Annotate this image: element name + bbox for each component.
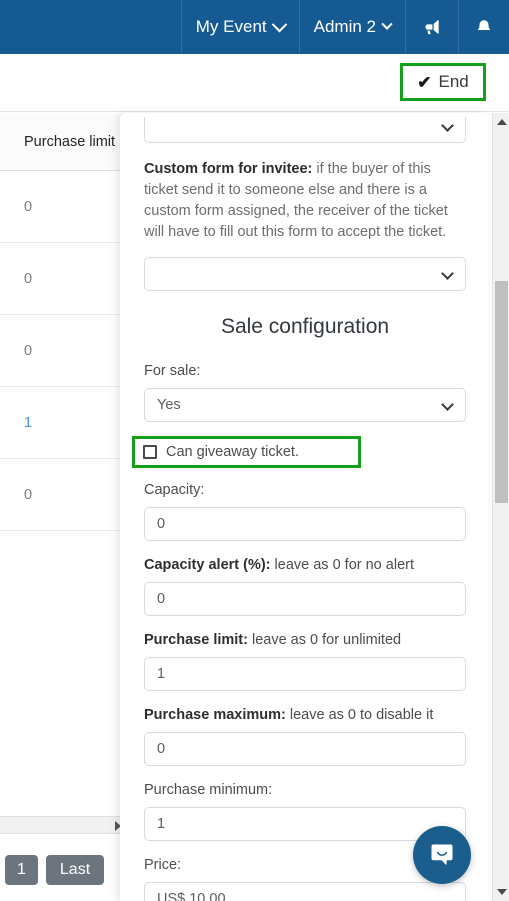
top-navbar: My Event Admin 2 — [0, 0, 509, 54]
purchase-maximum-label: Purchase maximum: leave as 0 to disable … — [144, 705, 466, 726]
end-button[interactable]: ✔ End — [400, 63, 486, 101]
table-row: 0 — [0, 171, 135, 243]
capacity-alert-label: Capacity alert (%): leave as 0 for no al… — [144, 555, 466, 576]
capacity-alert-label-bold: Capacity alert (%): — [144, 557, 271, 574]
nav-notifications-button[interactable] — [458, 0, 509, 54]
custom-form-helper-text: Custom form for invitee: if the buyer of… — [144, 159, 466, 243]
table-header-purchase-limit: Purchase limit — [0, 113, 135, 171]
purchase-limit-label-rest: leave as 0 for unlimited — [247, 632, 402, 649]
price-input[interactable]: US$ 10.00 — [144, 882, 466, 901]
purchase-maximum-input[interactable]: 0 — [144, 732, 466, 767]
capacity-alert-value: 0 — [157, 591, 166, 608]
can-giveaway-ticket-label: Can giveaway ticket. — [166, 444, 299, 461]
custom-form-helper-bold: Custom form for invitee: — [144, 161, 313, 177]
scrollbar-thumb[interactable] — [495, 281, 508, 503]
field-purchase-limit: Purchase limit: leave as 0 for unlimited… — [144, 630, 466, 692]
chat-bubble-icon — [431, 844, 453, 866]
nav-event-menu[interactable]: My Event — [180, 0, 299, 54]
price-value: US$ 10.00 — [157, 891, 226, 901]
purchase-minimum-value: 1 — [157, 816, 166, 833]
field-purchase-minimum: Purchase minimum: 1 — [144, 780, 466, 842]
table-row: 0 — [0, 315, 135, 387]
nav-account-menu-label: Admin 2 — [313, 17, 376, 36]
navbar-spacer — [0, 0, 181, 54]
purchase-limit-value: 1 — [157, 666, 166, 683]
purchase-limit-label-bold: Purchase limit: — [144, 632, 248, 649]
caret-down-icon[interactable] — [497, 889, 507, 895]
chevron-down-icon — [441, 398, 454, 411]
field-purchase-maximum: Purchase maximum: leave as 0 to disable … — [144, 705, 466, 767]
purchase-limit-label: Purchase limit: leave as 0 for unlimited — [144, 630, 466, 651]
for-sale-value: Yes — [157, 397, 181, 414]
section-title-sale-configuration: Sale configuration — [220, 315, 390, 339]
nav-announcements-button[interactable] — [405, 0, 458, 54]
purchase-minimum-label: Purchase minimum: — [144, 782, 273, 799]
nav-account-menu[interactable]: Admin 2 — [298, 0, 405, 54]
end-button-label: End — [438, 72, 469, 91]
capacity-alert-input[interactable]: 0 — [144, 582, 466, 617]
field-capacity: Capacity: 0 — [144, 480, 466, 542]
can-giveaway-ticket-row[interactable]: Can giveaway ticket. — [132, 436, 361, 469]
check-icon: ✔ — [417, 72, 432, 92]
field-for-sale: For sale: Yes — [144, 361, 466, 423]
table-row: 0 — [0, 459, 135, 531]
capacity-alert-label-rest: leave as 0 for no alert — [270, 557, 414, 574]
top-select[interactable] — [144, 117, 466, 143]
chevron-down-icon — [441, 267, 454, 280]
capacity-label: Capacity: — [144, 482, 205, 499]
pagination: 1 Last — [5, 855, 105, 885]
app-root: My Event Admin 2 ✔ End Purchase limit 0 … — [0, 0, 509, 901]
chat-widget-button[interactable] — [413, 826, 471, 884]
modal-vertical-scrollbar[interactable] — [492, 113, 509, 901]
tickets-table: Purchase limit 0 0 0 1 0 — [0, 113, 135, 833]
capacity-input[interactable]: 0 — [144, 507, 466, 542]
can-giveaway-ticket-checkbox[interactable] — [143, 445, 157, 460]
field-capacity-alert: Capacity alert (%): leave as 0 for no al… — [144, 555, 466, 617]
chevron-down-icon — [441, 119, 454, 132]
modal-body: Custom form for invitee: if the buyer of… — [120, 113, 488, 901]
purchase-maximum-label-rest: leave as 0 to disable it — [285, 707, 434, 724]
purchase-maximum-value: 0 — [157, 741, 166, 758]
chevron-down-icon — [381, 18, 393, 30]
caret-up-icon[interactable] — [497, 119, 507, 125]
for-sale-label: For sale: — [144, 363, 201, 380]
pagination-page-1[interactable]: 1 — [5, 855, 38, 885]
ticket-edit-modal: Custom form for invitee: if the buyer of… — [120, 113, 488, 901]
nav-event-menu-label: My Event — [195, 17, 267, 36]
chevron-down-icon — [271, 16, 287, 32]
for-sale-select[interactable]: Yes — [144, 388, 466, 423]
table-row[interactable]: 1 — [0, 387, 135, 459]
purchase-limit-input[interactable]: 1 — [144, 657, 466, 692]
purchase-minimum-input[interactable]: 1 — [144, 807, 466, 842]
bell-icon — [477, 20, 491, 30]
table-horizontal-scrollbar[interactable] — [0, 816, 124, 834]
custom-form-select[interactable] — [144, 257, 466, 292]
capacity-value: 0 — [157, 516, 166, 533]
megaphone-icon — [425, 20, 439, 35]
purchase-maximum-label-bold: Purchase maximum: — [144, 707, 286, 724]
pagination-last[interactable]: Last — [45, 855, 105, 885]
table-row: 0 — [0, 243, 135, 315]
